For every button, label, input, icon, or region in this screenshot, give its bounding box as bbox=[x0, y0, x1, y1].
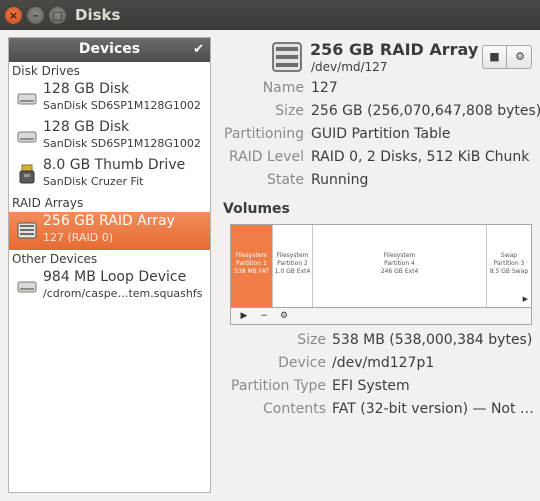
vol-prop-value-contents: FAT (32-bit version) — Not … bbox=[332, 401, 534, 417]
prop-value-partitioning: GUID Partition Table bbox=[311, 126, 451, 142]
sidebar-item-loop-device[interactable]: 984 MB Loop Device /cdrom/caspe…tem.squa… bbox=[9, 268, 210, 306]
sidebar-item-disk-1[interactable]: 128 GB Disk SanDisk SD6SP1M128G1002 bbox=[9, 80, 210, 118]
hard-disk-icon bbox=[17, 131, 37, 143]
hard-disk-icon bbox=[17, 281, 37, 293]
vol-prop-label-partition-type: Partition Type bbox=[231, 378, 326, 394]
volume-segment-partition-4[interactable]: Filesystem Partition 4 246 GB Ext4 bbox=[313, 225, 487, 307]
prop-value-size: 256 GB (256,070,647,808 bytes) bbox=[311, 103, 540, 119]
prop-value-name: 127 bbox=[311, 80, 338, 96]
vol-prop-value-size: 538 MB (538,000,384 bytes) bbox=[332, 332, 533, 348]
vol-prop-value-partition-type: EFI System bbox=[332, 378, 410, 394]
segment-size: 246 GB Ext4 bbox=[380, 268, 419, 275]
segment-name: Filesystem bbox=[276, 252, 309, 259]
usb-drive-icon bbox=[19, 164, 35, 184]
section-raid-arrays: RAID Arrays bbox=[12, 196, 84, 210]
sidebar-item-subtitle: 127 (RAID 0) bbox=[43, 231, 114, 244]
minimize-button[interactable]: – bbox=[27, 7, 44, 24]
partition-settings-button[interactable]: ⚙ bbox=[275, 309, 293, 323]
drive-device-path: /dev/md/127 bbox=[311, 60, 388, 74]
raid-icon bbox=[17, 222, 37, 239]
gear-icon[interactable]: ⚙ bbox=[508, 46, 532, 68]
section-other-devices: Other Devices bbox=[12, 252, 98, 266]
prop-label-partitioning: Partitioning bbox=[224, 126, 304, 142]
volume-segment-partition-1[interactable]: Filesystem Partition 1 538 MB FAT bbox=[231, 225, 273, 307]
raid-icon bbox=[272, 42, 302, 72]
sidebar-item-title: 256 GB RAID Array bbox=[43, 213, 175, 229]
sidebar-item-disk-2[interactable]: 128 GB Disk SanDisk SD6SP1M128G1002 bbox=[9, 118, 210, 156]
sidebar-header: Devices ✔ bbox=[9, 38, 210, 62]
prop-label-name: Name bbox=[262, 80, 304, 96]
vol-prop-label-contents: Contents bbox=[263, 401, 326, 417]
volumes-toolbar: ▶ − ⚙ bbox=[230, 308, 532, 325]
sidebar-header-label: Devices bbox=[78, 41, 141, 57]
mount-button[interactable]: ▶ bbox=[235, 309, 253, 323]
segment-size: 1.0 GB Ext4 bbox=[274, 268, 311, 275]
sidebar-item-subtitle: SanDisk Cruzer Fit bbox=[43, 175, 144, 188]
prop-label-size: Size bbox=[275, 103, 304, 119]
segment-name: Filesystem bbox=[235, 252, 268, 259]
section-disk-drives: Disk Drives bbox=[12, 64, 80, 78]
drive-actions: ■ ⚙ bbox=[482, 45, 532, 69]
sidebar-item-title: 128 GB Disk bbox=[43, 81, 130, 97]
drive-title: 256 GB RAID Array bbox=[310, 40, 479, 59]
vol-prop-label-size: Size bbox=[297, 332, 326, 348]
segment-partition: Partition 1 bbox=[236, 260, 267, 267]
sidebar-item-title: 128 GB Disk bbox=[43, 119, 130, 135]
prop-value-state: Running bbox=[311, 172, 369, 188]
sidebar-item-thumb-drive[interactable]: 8.0 GB Thumb Drive SanDisk Cruzer Fit bbox=[9, 156, 210, 194]
close-button[interactable]: × bbox=[5, 7, 22, 24]
prop-label-raid-level: RAID Level bbox=[228, 149, 304, 165]
segment-name: Filesystem bbox=[383, 252, 416, 259]
delete-partition-button[interactable]: − bbox=[255, 309, 273, 323]
hard-disk-icon bbox=[17, 93, 37, 105]
sidebar-item-title: 8.0 GB Thumb Drive bbox=[43, 157, 186, 173]
volumes-heading: Volumes bbox=[223, 201, 290, 217]
sidebar-item-subtitle: SanDisk SD6SP1M128G1002 bbox=[43, 99, 201, 112]
volume-segment-partition-2[interactable]: Filesystem Partition 2 1.0 GB Ext4 bbox=[273, 225, 313, 307]
scroll-right-icon[interactable]: ▶ bbox=[523, 295, 528, 303]
vol-prop-label-device: Device bbox=[278, 355, 326, 371]
devices-sidebar: Devices ✔ Disk Drives 128 GB Disk SanDis… bbox=[8, 37, 211, 493]
stop-array-button[interactable]: ■ bbox=[483, 46, 507, 68]
prop-label-state: State bbox=[266, 172, 304, 188]
maximize-button[interactable]: □ bbox=[49, 7, 66, 24]
title-bar: × – □ Disks bbox=[0, 0, 540, 30]
sidebar-item-raid-array[interactable]: 256 GB RAID Array 127 (RAID 0) bbox=[9, 212, 210, 250]
segment-partition: Partition 3 bbox=[493, 260, 525, 267]
segment-name: Swap bbox=[500, 252, 518, 259]
segment-partition: Partition 4 bbox=[384, 260, 415, 267]
window-title: Disks bbox=[75, 6, 121, 24]
sidebar-item-subtitle: SanDisk SD6SP1M128G1002 bbox=[43, 137, 201, 150]
prop-value-raid-level: RAID 0, 2 Disks, 512 KiB Chunk bbox=[311, 149, 530, 165]
segment-partition: Partition 2 bbox=[277, 260, 308, 267]
check-icon[interactable]: ✔ bbox=[193, 38, 204, 61]
volumes-map: Filesystem Partition 1 538 MB FAT Filesy… bbox=[230, 224, 532, 308]
segment-size: 538 MB FAT bbox=[234, 268, 269, 275]
segment-size: 8.5 GB Swap bbox=[489, 268, 529, 275]
sidebar-item-subtitle: /cdrom/caspe…tem.squashfs bbox=[43, 287, 203, 300]
vol-prop-value-device: /dev/md127p1 bbox=[332, 355, 435, 371]
sidebar-item-title: 984 MB Loop Device bbox=[43, 269, 187, 285]
